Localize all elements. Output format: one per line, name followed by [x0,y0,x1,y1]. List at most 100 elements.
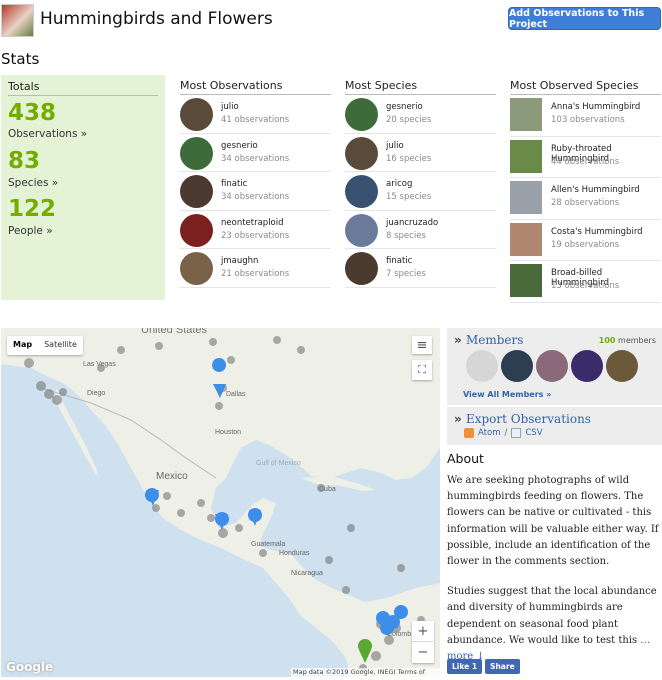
observation-marker [384,635,394,645]
observation-count: 44 observations [551,156,620,167]
species-count: 20 species [386,115,432,125]
avatar[interactable] [345,252,378,286]
observation-marker [155,342,163,350]
list-item[interactable]: juancruzado 8 species [345,211,496,250]
species-photo[interactable] [510,264,542,298]
avatar[interactable] [180,213,213,247]
avatar[interactable] [345,136,378,170]
observation-marker [177,509,185,517]
export-links: Atom / CSV [464,428,543,438]
observation-marker [215,402,223,410]
map-canvas[interactable]: United States Las Vegas Diego Dallas Hou… [1,328,440,677]
most-observations-heading: Most Observations [180,75,331,95]
species-count: 8 species [386,230,426,241]
map-type-satellite[interactable]: Satellite [38,336,83,355]
label-gulf: Gulf of Mexico [256,460,301,467]
facebook-like-button[interactable]: Like 1 [447,659,483,674]
zoom-out-button[interactable]: − [412,642,434,663]
observation-marker [59,388,67,396]
user-name[interactable]: jmaughn [221,256,258,266]
atom-link[interactable]: Atom [478,428,500,438]
map-type-map[interactable]: Map [7,336,38,355]
avatar[interactable] [345,98,378,131]
observation-count: 13 observations [551,281,620,292]
observation-marker [297,346,305,354]
list-item[interactable]: Broad-billed Hummingbird 13 observations [510,261,661,303]
species-photo[interactable] [510,139,542,173]
avatar[interactable] [180,175,213,209]
csv-link[interactable]: CSV [525,428,542,438]
species-count: 15 species [386,192,432,203]
facebook-share-button[interactable]: Share [485,659,520,674]
label-united-states: United States [141,328,208,336]
avatar[interactable] [180,136,213,170]
avatar[interactable] [180,252,213,286]
list-item[interactable]: Ruby-throated Hummingbird 44 observations [510,137,661,179]
avatar[interactable] [571,350,603,382]
fullscreen-icon[interactable]: ⛶ [412,360,432,380]
species-photo[interactable] [510,98,542,131]
label-houston: Houston [215,429,241,436]
list-item[interactable]: aricog 15 species [345,172,496,211]
observation-count: 34 observations [221,192,290,203]
list-item[interactable]: Allen's Hummingbird 28 observations [510,178,661,220]
view-all-members-link[interactable]: View All Members » [463,390,551,399]
list-item[interactable]: Costa's Hummingbird 19 observations [510,220,661,262]
user-name[interactable]: neontetraploid [221,218,284,228]
export-section: » Export Observations Atom / CSV [447,407,662,445]
avatar[interactable] [536,350,568,382]
observation-count: 28 observations [551,198,620,209]
map-attribution[interactable]: Map data ©2019 Google, INEGI Terms of Us… [291,668,440,677]
list-item[interactable]: julio 16 species [345,134,496,173]
user-name[interactable]: aricog [386,179,412,189]
user-name[interactable]: gesnerio [386,102,423,112]
people-total[interactable]: 122 [8,196,56,222]
label-diego: Diego [87,390,105,397]
list-item[interactable]: finatic 7 species [345,249,496,288]
observation-marker [36,381,46,391]
observation-marker [44,389,54,399]
avatar[interactable] [345,213,378,247]
species-photo[interactable] [510,181,542,215]
avatar[interactable] [466,350,498,382]
avatar[interactable] [345,175,378,209]
species-total[interactable]: 83 [8,148,40,174]
list-item[interactable]: jmaughn 21 observations [180,249,331,288]
observations-total[interactable]: 438 [8,100,56,126]
members-title[interactable]: » Members [454,333,523,347]
label-nicaragua: Nicaragua [291,570,323,577]
layers-icon[interactable]: ≡ [412,336,432,354]
species-photo[interactable] [510,222,542,256]
avatar[interactable] [606,350,638,382]
avatar[interactable] [501,350,533,382]
observation-count: 23 observations [221,230,290,241]
species-name[interactable]: Anna's Hummingbird [551,102,640,112]
user-name[interactable]: julio [386,141,404,151]
add-observations-button[interactable]: Add Observations to This Project [508,7,661,30]
user-name[interactable]: juancruzado [386,218,438,228]
divider [8,95,158,96]
list-item[interactable]: julio 41 observations [180,95,331,134]
map-pin-blue [394,605,408,619]
map-type-toggle[interactable]: Map Satellite [7,336,83,355]
people-link[interactable]: People » [8,225,53,237]
list-item[interactable]: finatic 34 observations [180,172,331,211]
google-logo: Google [6,660,54,674]
species-name[interactable]: Costa's Hummingbird [551,227,643,237]
user-name[interactable]: finatic [221,179,247,189]
species-name[interactable]: Allen's Hummingbird [551,185,640,195]
user-name[interactable]: gesnerio [221,141,258,151]
zoom-in-button[interactable]: + [412,621,434,642]
species-link[interactable]: Species » [8,177,58,189]
list-item[interactable]: gesnerio 20 species [345,95,496,134]
observations-link[interactable]: Observations » [8,128,87,140]
list-item[interactable]: neontetraploid 23 observations [180,211,331,250]
user-name[interactable]: julio [221,102,239,112]
stats-heading: Stats [1,50,40,68]
list-item[interactable]: Anna's Hummingbird 103 observations [510,95,661,137]
export-title[interactable]: » Export Observations [454,412,591,426]
user-name[interactable]: finatic [386,256,412,266]
avatar[interactable] [180,98,213,131]
observations-map[interactable]: United States Las Vegas Diego Dallas Hou… [1,328,440,677]
list-item[interactable]: gesnerio 34 observations [180,134,331,173]
